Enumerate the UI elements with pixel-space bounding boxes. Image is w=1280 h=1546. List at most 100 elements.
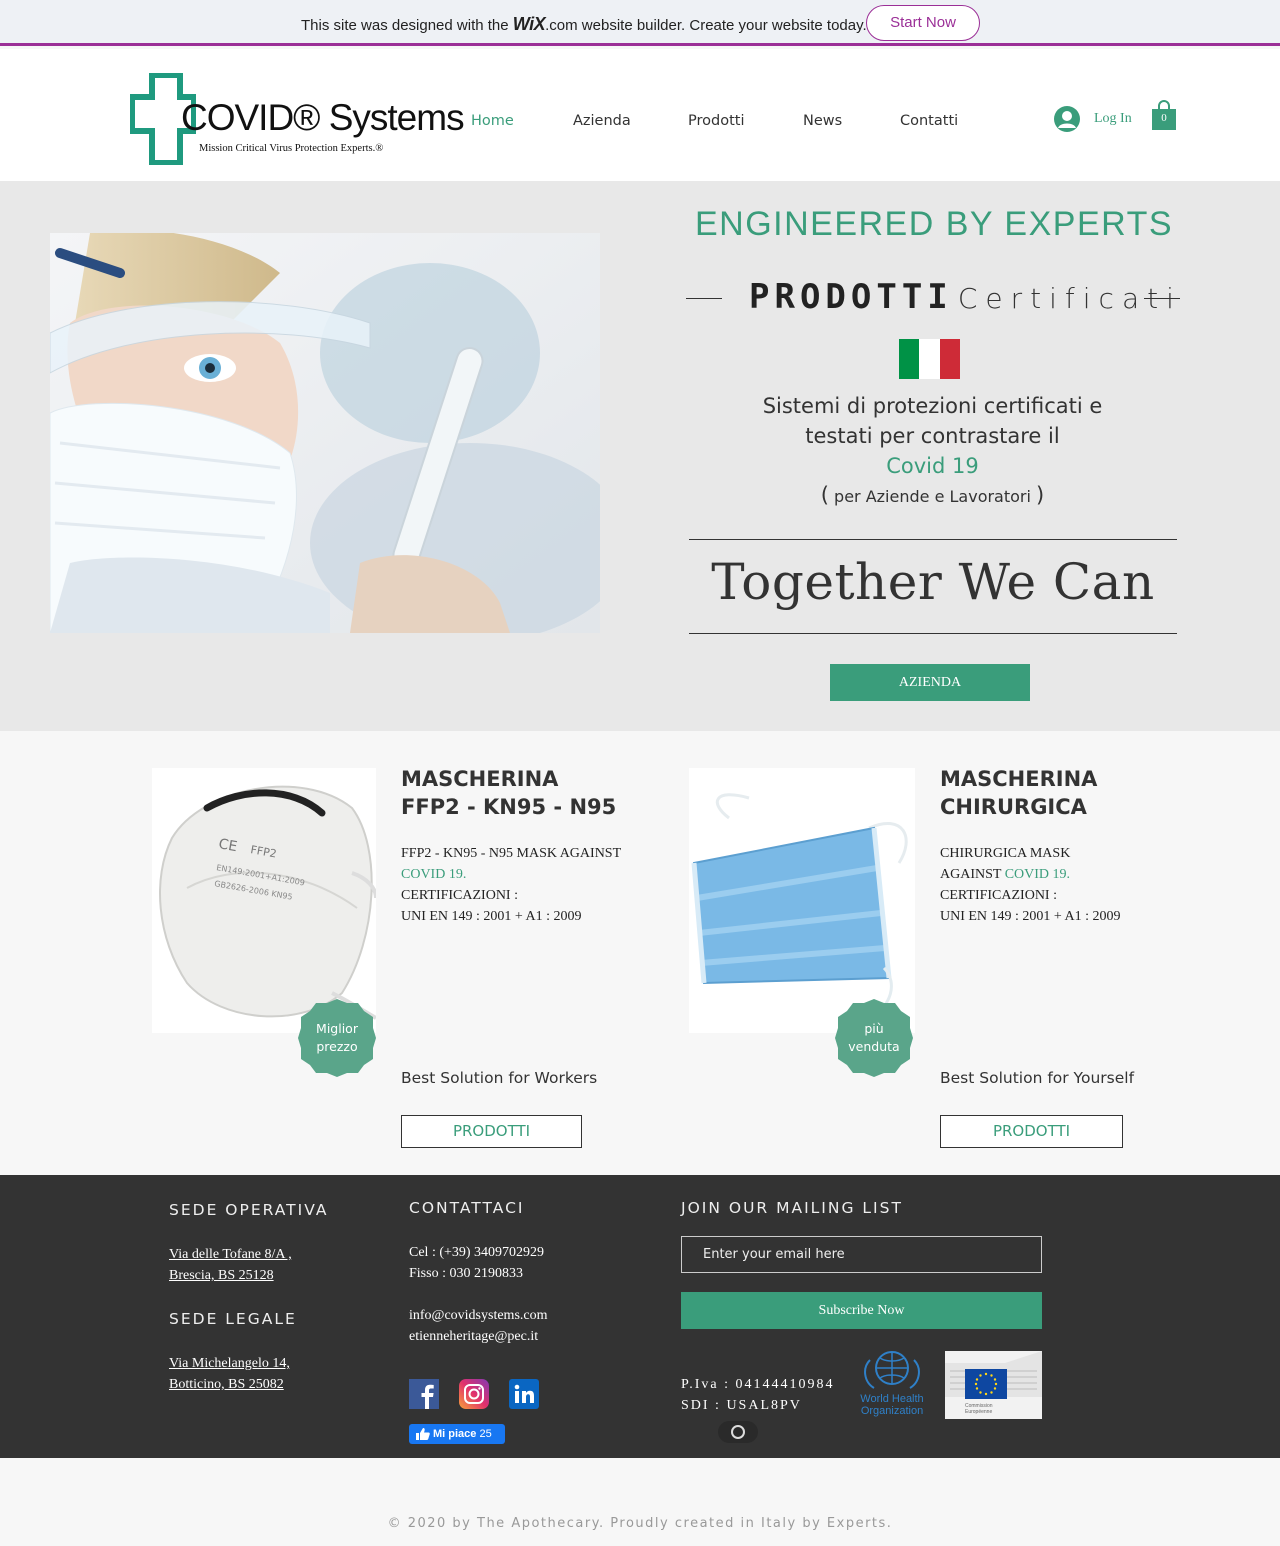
sede-operativa-address-line-2[interactable]: Brescia, BS 25128 <box>169 1265 274 1286</box>
azienda-button[interactable]: AZIENDA <box>830 664 1030 701</box>
hero-title: ENGINEERED BY EXPERTS <box>694 205 1174 243</box>
product-tagline-ffp2: Best Solution for Workers <box>401 1069 598 1087</box>
product-2-desc-against: AGAINST <box>940 867 1005 882</box>
login-label: Log In <box>1094 111 1132 126</box>
product-image-ffp2[interactable]: CE FFP2 EN149:2001+A1:2009 GB2626-2006 K… <box>152 768 376 1033</box>
start-now-button[interactable]: Start Now <box>866 5 980 41</box>
hero-description: Sistemi di protezioni certificati e test… <box>700 391 1165 481</box>
product-1-title-line-2: FFP2 - KN95 - N95 <box>401 795 617 819</box>
product-title-ffp2: MASCHERINA FFP2 - KN95 - N95 <box>401 765 616 821</box>
product-button-ffp2[interactable]: PRODOTTI <box>401 1115 582 1148</box>
heading-line-right <box>1144 298 1180 299</box>
phone-fisso: Fisso : 030 2190833 <box>409 1266 523 1281</box>
nav-home[interactable]: Home <box>471 113 514 129</box>
wix-text-after: .com website builder. Create your websit… <box>545 17 867 34</box>
facebook-icon[interactable] <box>409 1379 439 1409</box>
nav-azienda[interactable]: Azienda <box>573 113 631 129</box>
hero-sub-text: per Aziende e Lavoratori <box>834 487 1031 506</box>
product-tagline-surgical: Best Solution for Yourself <box>940 1069 1135 1087</box>
cart-count: 0 <box>1161 112 1167 124</box>
product-2-desc-line-2: AGAINST COVID 19. <box>940 864 1121 885</box>
wix-logo[interactable]: WiX <box>513 14 546 34</box>
nav-prodotti[interactable]: Prodotti <box>688 113 744 129</box>
mailing-list-heading: JOIN OUR MAILING LIST <box>681 1199 903 1217</box>
email-input[interactable]: Enter your email here <box>681 1236 1042 1273</box>
product-image-surgical[interactable] <box>689 768 915 1033</box>
facebook-like-label: Mi piace <box>433 1428 477 1440</box>
email-pec[interactable]: etienneheritage@pec.it <box>409 1326 538 1347</box>
product-1-desc-line-4: UNI EN 149 : 2001 + A1 : 2009 <box>401 909 582 924</box>
site-footer: SEDE OPERATIVA Via delle Tofane 8/A , Br… <box>0 1175 1280 1458</box>
product-2-desc-covid: COVID 19. <box>1004 867 1071 882</box>
cert-bold-text: PRODOTTI <box>749 277 953 317</box>
who-logo: World Health Organization <box>856 1348 928 1418</box>
badge-2-line-2: venduta <box>848 1039 900 1054</box>
badge-2-line-1: più <box>864 1021 884 1036</box>
sede-legale-heading: SEDE LEGALE <box>169 1310 297 1328</box>
heading-line-left <box>686 298 722 299</box>
best-price-badge: Miglior prezzo <box>298 999 376 1077</box>
divider-top <box>689 539 1177 540</box>
nav-contatti[interactable]: Contatti <box>900 113 958 129</box>
loading-indicator <box>718 1421 758 1443</box>
hero-section: ENGINEERED BY EXPERTS PRODOTTI Certifica… <box>0 181 1280 731</box>
instagram-icon[interactable] <box>459 1379 489 1409</box>
badge-1-line-1: Miglior <box>316 1021 358 1036</box>
product-title-surgical: MASCHERINA CHIRURGICA <box>940 765 1097 821</box>
copyright-text: © 2020 by The Apothecary. Proudly create… <box>387 1516 893 1531</box>
cart-button[interactable]: 0 <box>1151 99 1177 131</box>
badge-text-2: più venduta <box>835 999 913 1077</box>
divider-bottom <box>689 633 1177 634</box>
product-2-desc-line-4: UNI EN 149 : 2001 + A1 : 2009 <box>940 909 1121 924</box>
paren-open: ( <box>820 483 829 507</box>
european-commission-logo: Commission Européenne <box>945 1351 1042 1419</box>
logo-title: COVID® Systems <box>181 97 465 138</box>
mask-print-ce: CE <box>217 836 238 855</box>
product-1-desc-line-3: CERTIFICAZIONI : <box>401 888 518 903</box>
certified-products-heading: PRODOTTI Certificati <box>686 277 1180 317</box>
product-2-title-line-2: CHIRURGICA <box>940 795 1087 819</box>
sede-operativa-heading: SEDE OPERATIVA <box>169 1201 329 1219</box>
italy-flag-icon <box>899 339 960 379</box>
site-header: COVID® Systems Mission Critical Virus Pr… <box>0 49 1280 181</box>
sede-legale-address-line-1[interactable]: Via Michelangelo 14, <box>169 1353 290 1374</box>
wix-banner: This site was designed with the WiX.com … <box>0 0 1280 46</box>
product-desc-ffp2: FFP2 - KN95 - N95 MASK AGAINST COVID 19.… <box>401 843 621 927</box>
company-info: P.Iva : 04144410984 SDI : USAL8PV <box>681 1374 835 1416</box>
badge-text-1: Miglior prezzo <box>298 999 376 1077</box>
login-button[interactable]: Log In <box>1054 105 1144 133</box>
facebook-like-icon <box>416 1428 430 1440</box>
facebook-like-button[interactable]: Mi piace 25 <box>409 1424 505 1444</box>
hero-desc-line-2: testati per contrastare il <box>805 424 1060 448</box>
who-logo-line-1: World Health <box>860 1393 923 1405</box>
wix-text-before: This site was designed with the <box>301 17 513 34</box>
product-2-desc-line-3: CERTIFICAZIONI : <box>940 888 1057 903</box>
contattaci-heading: CONTATTACI <box>409 1199 525 1217</box>
wix-banner-text: This site was designed with the WiX.com … <box>301 14 867 35</box>
site-logo[interactable]: COVID® Systems Mission Critical Virus Pr… <box>130 73 465 165</box>
sede-legale-address-line-2[interactable]: Botticino, BS 25082 <box>169 1374 284 1395</box>
hero-desc-line-1: Sistemi di protezioni certificati e <box>762 394 1103 418</box>
product-desc-surgical: CHIRURGICA MASK AGAINST COVID 19. CERTIF… <box>940 843 1121 927</box>
hero-subtext: ( per Aziende e Lavoratori ) <box>700 483 1165 507</box>
logo-tagline: Mission Critical Virus Protection Expert… <box>199 143 384 154</box>
hero-photo-scientist <box>50 233 600 633</box>
facebook-like-count: 25 <box>479 1428 492 1440</box>
sdi-text: SDI : USAL8PV <box>681 1398 802 1413</box>
product-2-title-line-1: MASCHERINA <box>940 767 1098 791</box>
phone-cel: Cel : (+39) 3409702929 <box>409 1245 545 1260</box>
email-info[interactable]: info@covidsystems.com <box>409 1305 548 1326</box>
best-seller-badge: più venduta <box>835 999 913 1077</box>
product-2-desc-line-1: CHIRURGICA MASK <box>940 846 1071 861</box>
product-1-desc-line-1: FFP2 - KN95 - N95 MASK AGAINST <box>401 846 622 861</box>
who-logo-line-2: Organization <box>861 1405 923 1417</box>
subscribe-button[interactable]: Subscribe Now <box>681 1292 1042 1329</box>
nav-news[interactable]: News <box>803 113 842 129</box>
product-button-surgical[interactable]: PRODOTTI <box>940 1115 1123 1148</box>
product-1-desc-line-2: COVID 19. <box>401 867 467 882</box>
products-section: CE FFP2 EN149:2001+A1:2009 GB2626-2006 K… <box>0 731 1280 1175</box>
paren-close: ) <box>1036 483 1045 507</box>
hero-desc-covid: Covid 19 <box>886 454 979 478</box>
sede-operativa-address-line-1[interactable]: Via delle Tofane 8/A , <box>169 1244 292 1265</box>
linkedin-icon[interactable] <box>509 1379 539 1409</box>
